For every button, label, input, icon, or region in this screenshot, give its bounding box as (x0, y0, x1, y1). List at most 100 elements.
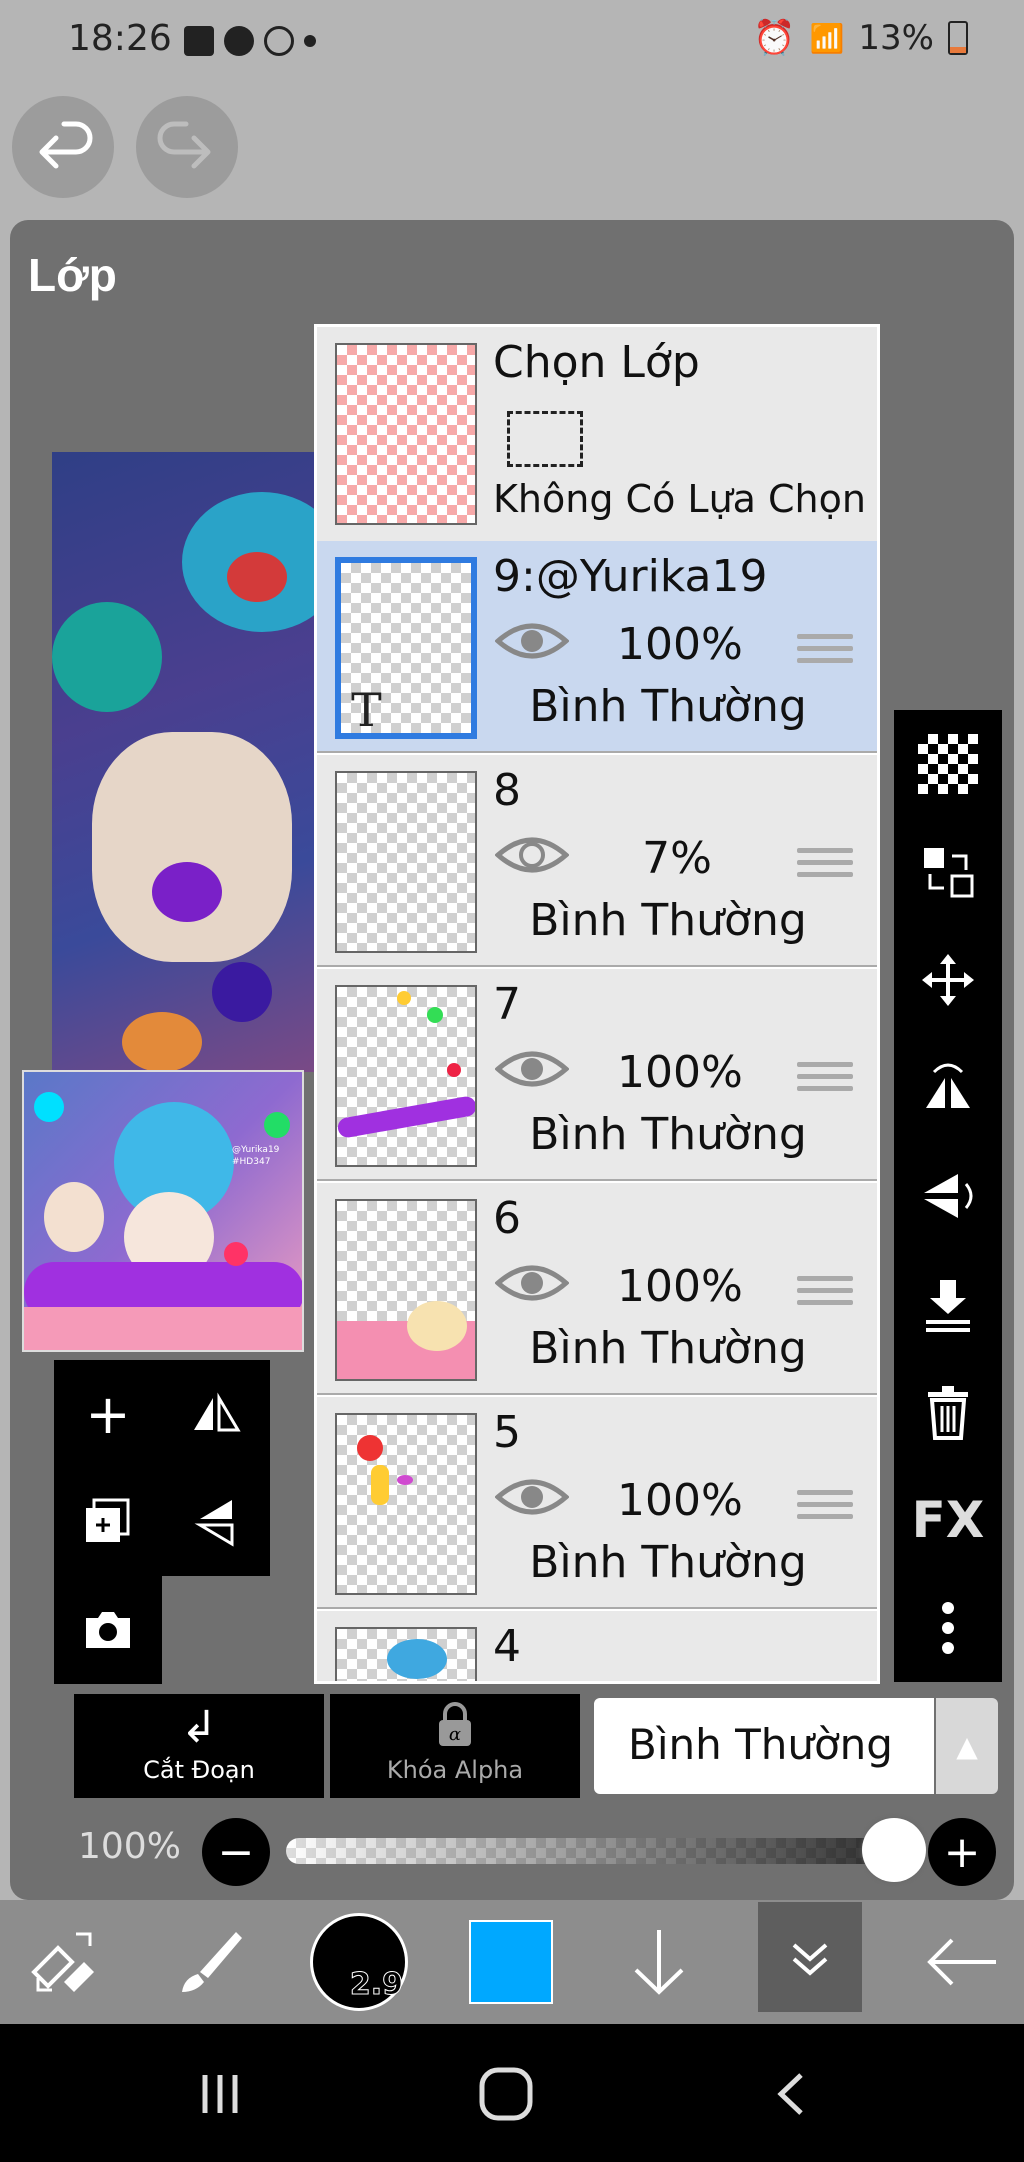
layer-opacity: 100% (617, 1047, 743, 1098)
flip-horizontal-right-button[interactable] (894, 1034, 1002, 1142)
plus-icon: + (943, 1826, 981, 1878)
opacity-slider[interactable] (286, 1838, 926, 1864)
blend-mode-dropdown-button[interactable]: ▲ (936, 1698, 998, 1794)
redo-button[interactable] (136, 96, 238, 198)
duplicate-layer-button[interactable] (54, 1468, 162, 1576)
drag-handle-icon[interactable] (797, 1055, 853, 1099)
opacity-slider-handle[interactable] (862, 1818, 926, 1882)
layer-blend-mode: Bình Thường (529, 1323, 807, 1374)
messenger-outline-icon (264, 26, 294, 56)
merge-down-button[interactable] (894, 1250, 1002, 1358)
layers-panel-button[interactable] (758, 1902, 862, 2012)
flip-vertical-icon (194, 1500, 234, 1547)
layer-name: 6 (493, 1193, 521, 1244)
add-layer-button[interactable]: + (54, 1360, 162, 1468)
system-back-button[interactable] (752, 2054, 832, 2134)
brush-tool-button[interactable] (160, 1900, 260, 2024)
arrow-down-icon (634, 1930, 684, 1995)
selection-layer-row[interactable]: Chọn Lớp Không Có Lựa Chọn (317, 327, 877, 543)
alpha-lock-button[interactable]: α Khóa Alpha (330, 1694, 580, 1798)
color-picker-button[interactable] (466, 1900, 556, 2024)
visibility-eye-icon[interactable] (495, 1047, 569, 1091)
layer-row-6[interactable]: 6 100% Bình Thường (317, 1183, 877, 1395)
layer-list[interactable]: Chọn Lớp Không Có Lựa Chọn T 9:@Yurika19… (314, 324, 880, 1684)
back-chevron-icon (777, 2073, 803, 2115)
layer-blend-mode: Bình Thường (529, 681, 807, 732)
layer-row-4[interactable]: 4 (317, 1611, 877, 1681)
canvas-thumbnail[interactable]: @Yurika19 #HD347 (22, 1070, 304, 1352)
layer-blend-mode: Bình Thường (529, 1537, 807, 1588)
fx-button[interactable]: FX (894, 1466, 1002, 1574)
canvas-preview[interactable] (52, 452, 314, 1072)
drag-handle-icon[interactable] (797, 627, 853, 671)
clipping-button[interactable]: ↲ Cắt Đoạn (74, 1694, 324, 1798)
move-button[interactable] (894, 926, 1002, 1034)
selection-layer-title: Chọn Lớp (493, 337, 700, 388)
visibility-eye-icon[interactable] (495, 1475, 569, 1519)
layer-name: 5 (493, 1407, 521, 1458)
layer-thumbnail (335, 1413, 477, 1595)
flip-horizontal-button[interactable] (162, 1360, 270, 1468)
checkerboard-icon (918, 734, 978, 794)
messenger-icon (224, 26, 254, 56)
double-chevron-down-icon (792, 1943, 828, 1976)
layer-opacity: 100% (617, 1261, 743, 1312)
trash-icon (928, 1386, 968, 1440)
more-notifications-dot-icon (304, 35, 316, 47)
visibility-eye-icon[interactable] (495, 619, 569, 663)
plus-icon: + (85, 1382, 131, 1446)
gallery-icon (184, 26, 214, 56)
visibility-eye-icon[interactable] (495, 833, 569, 877)
selection-marquee-icon (507, 411, 583, 467)
vertical-dots-icon (942, 1602, 954, 1654)
layer-swap-button[interactable] (894, 818, 1002, 926)
flip-vertical-right-button[interactable] (894, 1142, 1002, 1250)
blend-mode-value: Bình Thường (628, 1720, 893, 1769)
battery-percent: 13% (858, 18, 934, 58)
camera-import-button[interactable] (54, 1576, 162, 1684)
recent-apps-button[interactable] (180, 2054, 260, 2134)
status-time: 18:26 (68, 18, 172, 59)
layer-row-8[interactable]: 8 7% Bình Thường (317, 755, 877, 967)
move-arrows-icon (922, 954, 974, 1006)
drag-handle-icon[interactable] (797, 841, 853, 885)
layer-blend-mode: Bình Thường (529, 1109, 807, 1160)
camera-icon (86, 1612, 130, 1648)
flip-vertical-icon (924, 1174, 973, 1218)
status-bar: 18:26 ⏰ 📶 13% (0, 0, 1024, 84)
text-layer-mark: T (351, 683, 382, 737)
opacity-increase-button[interactable]: + (928, 1818, 996, 1886)
drag-handle-icon[interactable] (797, 1269, 853, 1313)
layer-name: 8 (493, 765, 521, 816)
transparency-button[interactable] (894, 710, 1002, 818)
drag-handle-icon[interactable] (797, 1483, 853, 1527)
right-toolbar: FX (894, 710, 1002, 1682)
tool-switch-button[interactable] (14, 1900, 114, 2024)
copy-layer-icon (86, 1498, 130, 1542)
layer-thumbnail (335, 985, 477, 1167)
flip-horizontal-icon (194, 1392, 241, 1432)
clipping-label: Cắt Đoạn (143, 1756, 255, 1784)
opacity-decrease-button[interactable]: − (202, 1818, 270, 1886)
blend-mode-select[interactable]: Bình Thường (594, 1698, 934, 1794)
home-button[interactable] (466, 2054, 546, 2134)
layer-name: 4 (493, 1621, 521, 1672)
flip-vertical-button[interactable] (162, 1468, 270, 1576)
bottom-toolbar: 2.9 (0, 1900, 1024, 2024)
layer-row-7[interactable]: 7 100% Bình Thường (317, 969, 877, 1181)
layer-row-5[interactable]: 5 100% Bình Thường (317, 1397, 877, 1609)
layer-row-9[interactable]: T 9:@Yurika19 100% Bình Thường (317, 541, 877, 753)
layer-thumbnail (335, 771, 477, 953)
brush-size-button[interactable]: 2.9 (306, 1900, 412, 2024)
panel-title: Lớp (28, 249, 117, 301)
undo-button[interactable] (12, 96, 114, 198)
layer-down-button[interactable] (614, 1900, 704, 2024)
visibility-eye-icon[interactable] (495, 1261, 569, 1305)
delete-layer-button[interactable] (894, 1358, 1002, 1466)
home-icon (479, 2067, 533, 2121)
layer-thumbnail (335, 1199, 477, 1381)
status-right: ⏰ 📶 13% (753, 18, 968, 58)
layer-name: 9:@Yurika19 (493, 551, 768, 602)
more-options-button[interactable] (894, 1574, 1002, 1682)
back-arrow-button[interactable] (912, 1900, 1012, 2024)
